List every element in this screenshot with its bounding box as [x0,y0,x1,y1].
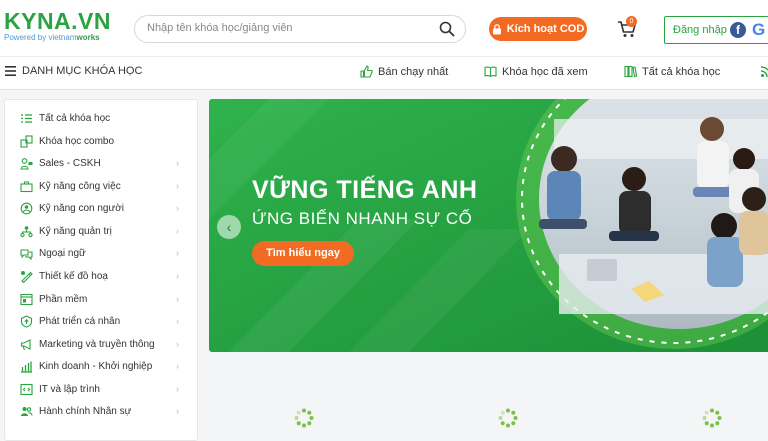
sidebar-item-label: Ngoại ngữ [39,247,86,259]
nav-link-rss[interactable] [760,65,768,78]
header: KYNA.VN Powered by vietnamworks Nhập tên… [0,0,768,56]
sidebar-item-work-skills[interactable]: Kỹ năng công việc › [5,175,195,197]
sidebar-item-marketing[interactable]: Marketing và truyền thông › [5,333,195,355]
chevron-right-icon: › [176,294,179,304]
sidebar-item-label: Kỹ năng quản trị [39,225,112,237]
chevron-right-icon: › [176,339,179,349]
management-icon [20,225,33,237]
loading-spinner-icon [498,408,518,428]
sidebar-item-it[interactable]: IT và lập trình › [5,378,195,400]
open-book-icon [484,66,497,78]
sidebar-item-software[interactable]: Phần mềm › [5,288,195,310]
chevron-right-icon: › [176,406,179,416]
sidebar-item-label: Kỹ năng con người [39,202,124,214]
sidebar-item-all-courses[interactable]: Tất cả khóa học [5,107,195,129]
sidebar-item-label: Sales - CSKH [39,157,101,169]
loading-spinner-icon [294,408,314,428]
chevron-right-icon: › [176,203,179,213]
sidebar-item-people-skills[interactable]: Kỹ năng con người › [5,197,195,219]
list-icon [21,113,32,123]
rss-icon [760,66,768,78]
sidebar-item-sales[interactable]: Sales - CSKH › [5,152,195,174]
sidebar-item-hr[interactable]: Hành chính Nhân sự › [5,400,195,422]
sidebar-item-label: Khóa học combo [39,135,115,147]
chevron-right-icon: › [176,271,179,281]
facebook-icon[interactable]: f [730,22,746,38]
sidebar-item-label: Marketing và truyền thông [39,338,155,350]
cod-activate-label: Kích hoạt COD [506,23,585,35]
design-icon [21,270,33,283]
people-icon [20,202,33,214]
nav-link-viewed-label: Khóa học đã xem [502,65,588,78]
sidebar-item-label: Hành chính Nhân sự [39,405,132,417]
search-icon[interactable] [439,21,455,37]
lock-icon [492,23,501,34]
category-sidebar: Tất cả khóa học Khóa học combo Sales - C… [4,99,198,441]
chevron-right-icon: › [176,248,179,258]
briefcase-icon [20,180,33,192]
banner-cta-button[interactable]: Tìm hiểu ngay [252,241,354,266]
business-icon [21,361,32,373]
chevron-right-icon: › [176,384,179,394]
sidebar-item-languages[interactable]: Ngoại ngữ › [5,242,195,264]
code-icon [20,383,33,395]
thumbs-up-icon [360,65,373,78]
sidebar-item-design[interactable]: Thiết kế đồ hoạ › [5,265,195,287]
sidebar-item-management[interactable]: Kỹ năng quản trị › [5,220,195,242]
cart-count-badge: 0 [626,16,637,27]
chevron-right-icon: › [176,158,179,168]
sidebar-item-combo[interactable]: Khóa học combo [5,130,195,152]
sidebar-item-label: Phát triển cá nhân [39,315,121,327]
hamburger-icon [5,66,16,76]
login-label: Đăng nhập [673,24,727,36]
sidebar-item-label: Thiết kế đồ hoạ [39,270,108,282]
growth-icon [20,314,33,328]
nav-link-bestseller[interactable]: Bán chạy nhất [360,65,448,78]
language-icon [20,248,33,260]
logo[interactable]: KYNA.VN Powered by vietnamworks [4,9,111,43]
category-menu-label: DANH MỤC KHÓA HỌC [22,65,143,77]
nav-link-viewed[interactable]: Khóa học đã xem [484,65,588,78]
sidebar-item-business[interactable]: Kinh doanh - Khởi nghiệp › [5,355,195,377]
sidebar-item-label: IT và lập trình [39,383,100,395]
login-button[interactable]: Đăng nhập f G [664,16,768,44]
logo-tagline: Powered by vietnamworks [4,33,111,43]
logo-tagline-prefix: Powered by vietnam [4,33,77,42]
chevron-right-icon: › [176,181,179,191]
hr-icon [21,406,33,416]
marketing-icon [20,338,31,350]
sidebar-item-label: Phần mềm [39,293,88,305]
chevron-right-icon: › [176,226,179,236]
combo-icon [20,134,33,148]
sales-icon [20,157,33,170]
nav-link-all-courses[interactable]: Tất cả khóa học [624,65,720,78]
google-icon[interactable]: G [752,20,765,40]
logo-text: KYNA.VN [4,8,112,34]
nav-link-all-courses-label: Tất cả khóa học [642,65,721,78]
category-navbar: DANH MỤC KHÓA HỌC Bán chạy nhất Khóa học… [0,56,768,90]
banner-title: VỮNG TIẾNG ANH [252,176,478,204]
search-box[interactable]: Nhập tên khóa học/giảng viên [134,15,466,43]
banner-subtitle: ỨNG BIẾN NHANH SỰ CỐ [252,209,473,228]
sidebar-item-label: Kinh doanh - Khởi nghiệp [39,360,153,372]
banner-prev-arrow[interactable]: ‹ [217,215,241,239]
nav-link-bestseller-label: Bán chạy nhất [378,65,449,78]
sidebar-item-personal-growth[interactable]: Phát triển cá nhân › [5,310,195,332]
logo-tagline-suffix: works [76,33,100,42]
chevron-right-icon: › [176,361,179,371]
chevron-right-icon: › [176,316,179,326]
sidebar-item-label: Tất cả khóa học [39,112,111,124]
software-icon [20,293,33,305]
books-icon [624,65,637,78]
hero-banner[interactable]: VỮNG TIẾNG ANH ỨNG BIẾN NHANH SỰ CỐ Tìm … [209,99,768,352]
loading-spinner-icon [702,408,722,428]
cod-activate-button[interactable]: Kích hoạt COD [489,17,587,41]
search-input[interactable]: Nhập tên khóa học/giảng viên [147,22,293,34]
sidebar-item-label: Kỹ năng công việc [39,180,121,192]
category-menu-toggle[interactable]: DANH MỤC KHÓA HỌC [5,65,142,77]
